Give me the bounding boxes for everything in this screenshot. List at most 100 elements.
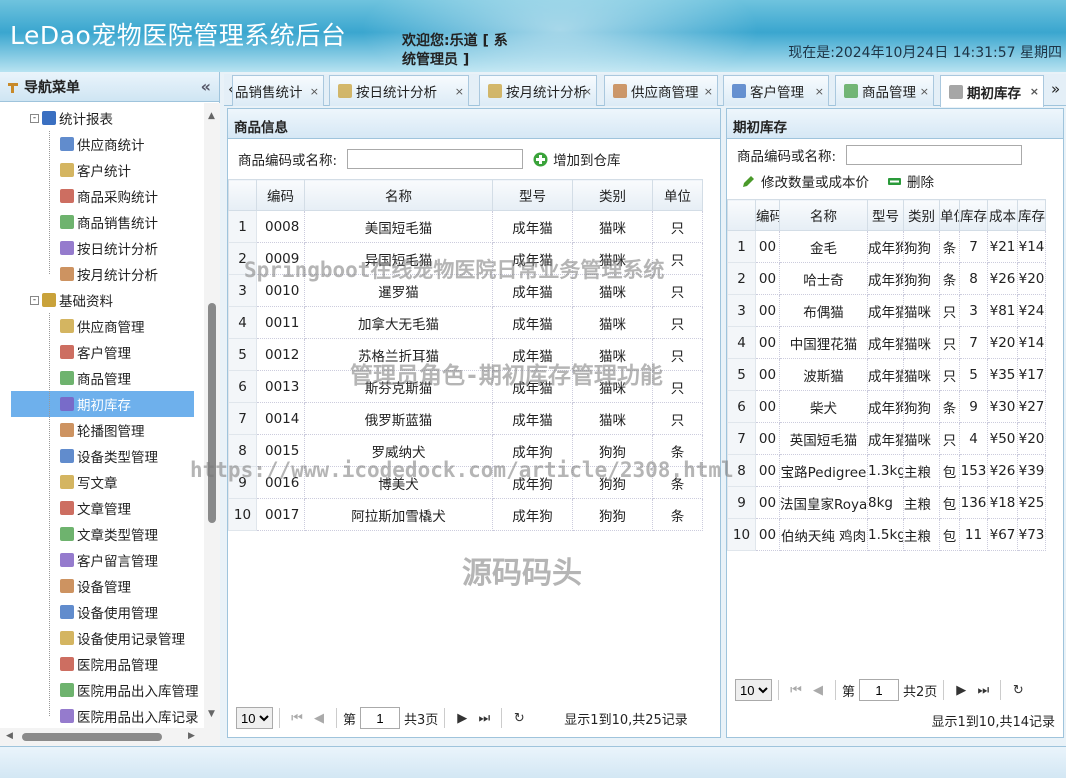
- sidebar-horizontal-scrollbar[interactable]: ◀ ▶: [0, 728, 220, 746]
- column-header[interactable]: 编码: [256, 179, 305, 211]
- sidebar-item-1-3[interactable]: 期初库存: [11, 391, 194, 417]
- table-row[interactable]: 4 0011 加拿大无毛猫 成年猫 猫咪只: [228, 306, 703, 339]
- column-header[interactable]: 单位: [939, 199, 960, 231]
- sidebar-item-0-1[interactable]: 客户统计: [60, 157, 131, 183]
- refresh-icon[interactable]: ↻: [508, 711, 530, 726]
- table-row[interactable]: 1 0008 美国短毛猫 成年猫 猫咪只: [228, 210, 703, 243]
- sidebar-item-1-1[interactable]: 客户管理: [60, 339, 131, 365]
- expand-toggle-icon[interactable]: -: [30, 295, 39, 305]
- scroll-up-icon[interactable]: ▲: [208, 111, 215, 121]
- table-row[interactable]: 200哈士奇成年狗狗狗条8¥26¥20: [727, 262, 1046, 295]
- tab-0[interactable]: 品销售统计 ×: [232, 75, 324, 106]
- column-header[interactable]: 成本: [987, 199, 1018, 231]
- sidebar-item-1-4[interactable]: 轮播图管理: [60, 417, 145, 443]
- sidebar-item-1-8[interactable]: 文章类型管理: [60, 521, 158, 547]
- column-header[interactable]: 名称: [304, 179, 493, 211]
- sidebar-item-0-5[interactable]: 按月统计分析: [60, 261, 158, 287]
- add-to-warehouse-button[interactable]: 增加到仓库: [533, 149, 621, 169]
- close-tab-icon[interactable]: ×: [815, 85, 824, 98]
- column-header[interactable]: 单位: [652, 179, 703, 211]
- prev-page-icon[interactable]: ◀: [308, 711, 330, 726]
- sidebar-item-0-4[interactable]: 按日统计分析: [60, 235, 158, 261]
- column-header[interactable]: 型号: [867, 199, 904, 231]
- sidebar-item-1-6[interactable]: 写文章: [60, 469, 118, 495]
- column-header[interactable]: 型号: [492, 179, 573, 211]
- table-row[interactable]: 2 0009 异国短毛猫 成年猫 猫咪只: [228, 242, 703, 275]
- table-row[interactable]: 300布偶猫成年猫猫咪只3¥81¥24: [727, 294, 1046, 327]
- close-tab-icon[interactable]: ×: [704, 85, 713, 98]
- tree-group-0[interactable]: - 统计报表: [30, 105, 113, 131]
- page-number-input[interactable]: [360, 707, 401, 729]
- column-header[interactable]: 编码: [755, 199, 780, 231]
- close-tab-icon[interactable]: ×: [583, 85, 592, 98]
- table-row[interactable]: 100金毛成年狗狗狗条7¥21¥14: [727, 230, 1046, 263]
- sidebar-item-1-10[interactable]: 设备管理: [60, 573, 131, 599]
- sidebar-item-1-12[interactable]: 设备使用记录管理: [60, 625, 185, 651]
- tab-2[interactable]: 按月统计分析 ×: [479, 75, 597, 106]
- scroll-right-icon[interactable]: ▶: [188, 731, 195, 741]
- close-tab-icon[interactable]: ×: [1030, 85, 1039, 98]
- column-header[interactable]: 库存: [1017, 199, 1046, 231]
- collapse-sidebar-button[interactable]: «: [201, 77, 211, 96]
- sidebar-item-1-15[interactable]: 医院用品出入库记录: [60, 703, 199, 728]
- tabs-scroll-right-button[interactable]: »: [1051, 80, 1060, 98]
- table-row[interactable]: 700英国短毛猫成年猫猫咪只4¥50¥20: [727, 422, 1046, 455]
- tab-1[interactable]: 按日统计分析 ×: [329, 75, 469, 106]
- next-page-icon[interactable]: ▶: [451, 711, 473, 726]
- refresh-icon[interactable]: ↻: [1007, 683, 1029, 698]
- last-page-icon[interactable]: ⏭: [972, 683, 994, 698]
- sidebar-item-0-3[interactable]: 商品销售统计: [60, 209, 158, 235]
- column-header[interactable]: 名称: [779, 199, 868, 231]
- table-row[interactable]: 10 0017 阿拉斯加雪橇犬 成年狗 狗狗条: [228, 498, 703, 531]
- column-header[interactable]: 类别: [572, 179, 653, 211]
- sidebar-item-1-13[interactable]: 医院用品管理: [60, 651, 158, 677]
- first-page-icon[interactable]: ⏮: [785, 683, 807, 698]
- table-row[interactable]: 6 0013 斯芬克斯猫 成年猫 猫咪只: [228, 370, 703, 403]
- tree-group-1[interactable]: - 基础资料: [30, 287, 113, 313]
- sidebar-vertical-scrollbar[interactable]: ▲ ▼: [204, 103, 220, 728]
- page-size-select[interactable]: 10: [236, 707, 273, 729]
- sidebar-item-1-14[interactable]: 医院用品出入库管理: [60, 677, 199, 703]
- sidebar-item-1-9[interactable]: 客户留言管理: [60, 547, 158, 573]
- scrollbar-thumb[interactable]: [208, 303, 216, 523]
- column-header[interactable]: 库存: [959, 199, 988, 231]
- delete-button[interactable]: 删除: [887, 171, 934, 191]
- last-page-icon[interactable]: ⏭: [473, 711, 495, 726]
- table-row[interactable]: 9 0016 博美犬 成年狗 狗狗条: [228, 466, 703, 499]
- prev-page-icon[interactable]: ◀: [807, 683, 829, 698]
- close-tab-icon[interactable]: ×: [920, 85, 929, 98]
- table-row[interactable]: 8 00 宝路Pedigree 1.3kg 主粮包 153 ¥26 ¥39: [727, 454, 1046, 487]
- edit-qty-cost-button[interactable]: 修改数量或成本价: [741, 171, 869, 191]
- table-row[interactable]: 9 00 法国皇家Royal 8kg 主粮包 136 ¥18 ¥25: [727, 486, 1046, 519]
- scroll-down-icon[interactable]: ▼: [208, 709, 215, 719]
- next-page-icon[interactable]: ▶: [950, 683, 972, 698]
- stock-search-input[interactable]: [846, 145, 1023, 165]
- scrollbar-thumb[interactable]: [22, 733, 162, 741]
- sidebar-item-1-11[interactable]: 设备使用管理: [60, 599, 158, 625]
- expand-toggle-icon[interactable]: -: [30, 113, 39, 123]
- page-size-select[interactable]: 10: [735, 679, 772, 701]
- column-header[interactable]: 类别: [903, 199, 940, 231]
- sidebar-item-1-2[interactable]: 商品管理: [60, 365, 131, 391]
- tab-6[interactable]: 期初库存 ×: [940, 75, 1044, 107]
- close-tab-icon[interactable]: ×: [455, 85, 464, 98]
- sidebar-item-0-0[interactable]: 供应商统计: [60, 131, 145, 157]
- table-row[interactable]: 600柴犬成年狗狗狗条9¥30¥27: [727, 390, 1046, 423]
- table-row[interactable]: 5 0012 苏格兰折耳猫 成年猫 猫咪只: [228, 338, 703, 371]
- close-tab-icon[interactable]: ×: [310, 85, 319, 98]
- tab-3[interactable]: 供应商管理 ×: [604, 75, 718, 106]
- sidebar-item-0-2[interactable]: 商品采购统计: [60, 183, 158, 209]
- tab-5[interactable]: 商品管理 ×: [835, 75, 934, 106]
- sidebar-item-1-5[interactable]: 设备类型管理: [60, 443, 158, 469]
- sidebar-item-1-0[interactable]: 供应商管理: [60, 313, 145, 339]
- table-row[interactable]: 10 00 伯纳天纯 鸡肉 1.5kg 主粮包 11 ¥67 ¥73: [727, 518, 1046, 551]
- first-page-icon[interactable]: ⏮: [286, 711, 308, 726]
- tab-4[interactable]: 客户管理 ×: [723, 75, 829, 106]
- sidebar-item-1-7[interactable]: 文章管理: [60, 495, 131, 521]
- page-number-input[interactable]: [859, 679, 900, 701]
- product-search-input[interactable]: [347, 149, 524, 169]
- table-row[interactable]: 400中国狸花猫成年猫猫咪只7¥20¥14: [727, 326, 1046, 359]
- table-row[interactable]: 3 0010 暹罗猫 成年猫 猫咪只: [228, 274, 703, 307]
- table-row[interactable]: 8 0015 罗威纳犬 成年狗 狗狗条: [228, 434, 703, 467]
- table-row[interactable]: 7 0014 俄罗斯蓝猫 成年猫 猫咪只: [228, 402, 703, 435]
